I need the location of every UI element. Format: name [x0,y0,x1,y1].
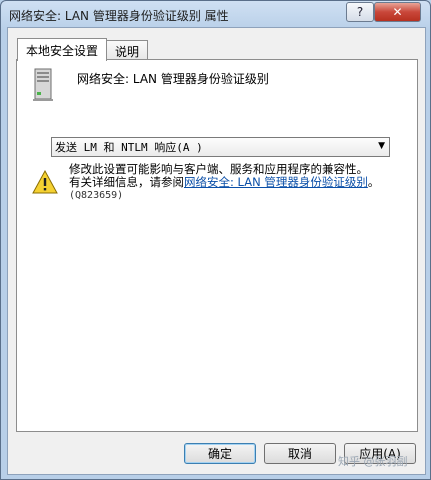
warning-icon [32,170,58,194]
chevron-down-icon: ▼ [378,141,385,151]
cancel-button[interactable]: 取消 [264,443,336,464]
warning-suffix: 。 [367,175,380,189]
watermark: 知乎 @张羽副 [338,455,408,468]
properties-window: 网络安全: LAN 管理器身份验证级别 属性 ? ✕ 本地安全设置 说明 网络安… [0,0,431,480]
help-button[interactable]: ? [346,2,374,22]
close-button[interactable]: ✕ [374,2,421,22]
tab-explain[interactable]: 说明 [106,40,148,61]
ok-button[interactable]: 确定 [184,443,256,464]
server-icon [33,68,53,101]
warning-line-2: 有关详细信息，请参阅网络安全: LAN 管理器身份验证级别。 [69,176,409,189]
policy-name: 网络安全: LAN 管理器身份验证级别 [77,72,269,86]
window-title: 网络安全: LAN 管理器身份验证级别 属性 [9,9,229,23]
dialog-body: 本地安全设置 说明 网络安全: LAN 管理器身份验证级别 发送 LM 和 NT… [7,27,426,475]
warning-prefix: 有关详细信息，请参阅 [69,175,184,189]
title-bar[interactable]: 网络安全: LAN 管理器身份验证级别 属性 ? ✕ [1,1,430,27]
compatibility-warning: 修改此设置可能影响与客户端、服务和应用程序的兼容性。 有关详细信息，请参阅网络安… [69,163,409,202]
authentication-level-dropdown[interactable]: 发送 LM 和 NTLM 响应(A ) ▼ [51,137,390,157]
policy-help-link[interactable]: 网络安全: LAN 管理器身份验证级别 [184,175,368,189]
tab-panel: 网络安全: LAN 管理器身份验证级别 发送 LM 和 NTLM 响应(A ) … [16,59,418,432]
kb-article-id: (Q823659) [69,190,124,201]
dropdown-selected-value: 发送 LM 和 NTLM 响应(A ) [55,141,203,154]
tab-local-security-setting[interactable]: 本地安全设置 [17,38,107,61]
